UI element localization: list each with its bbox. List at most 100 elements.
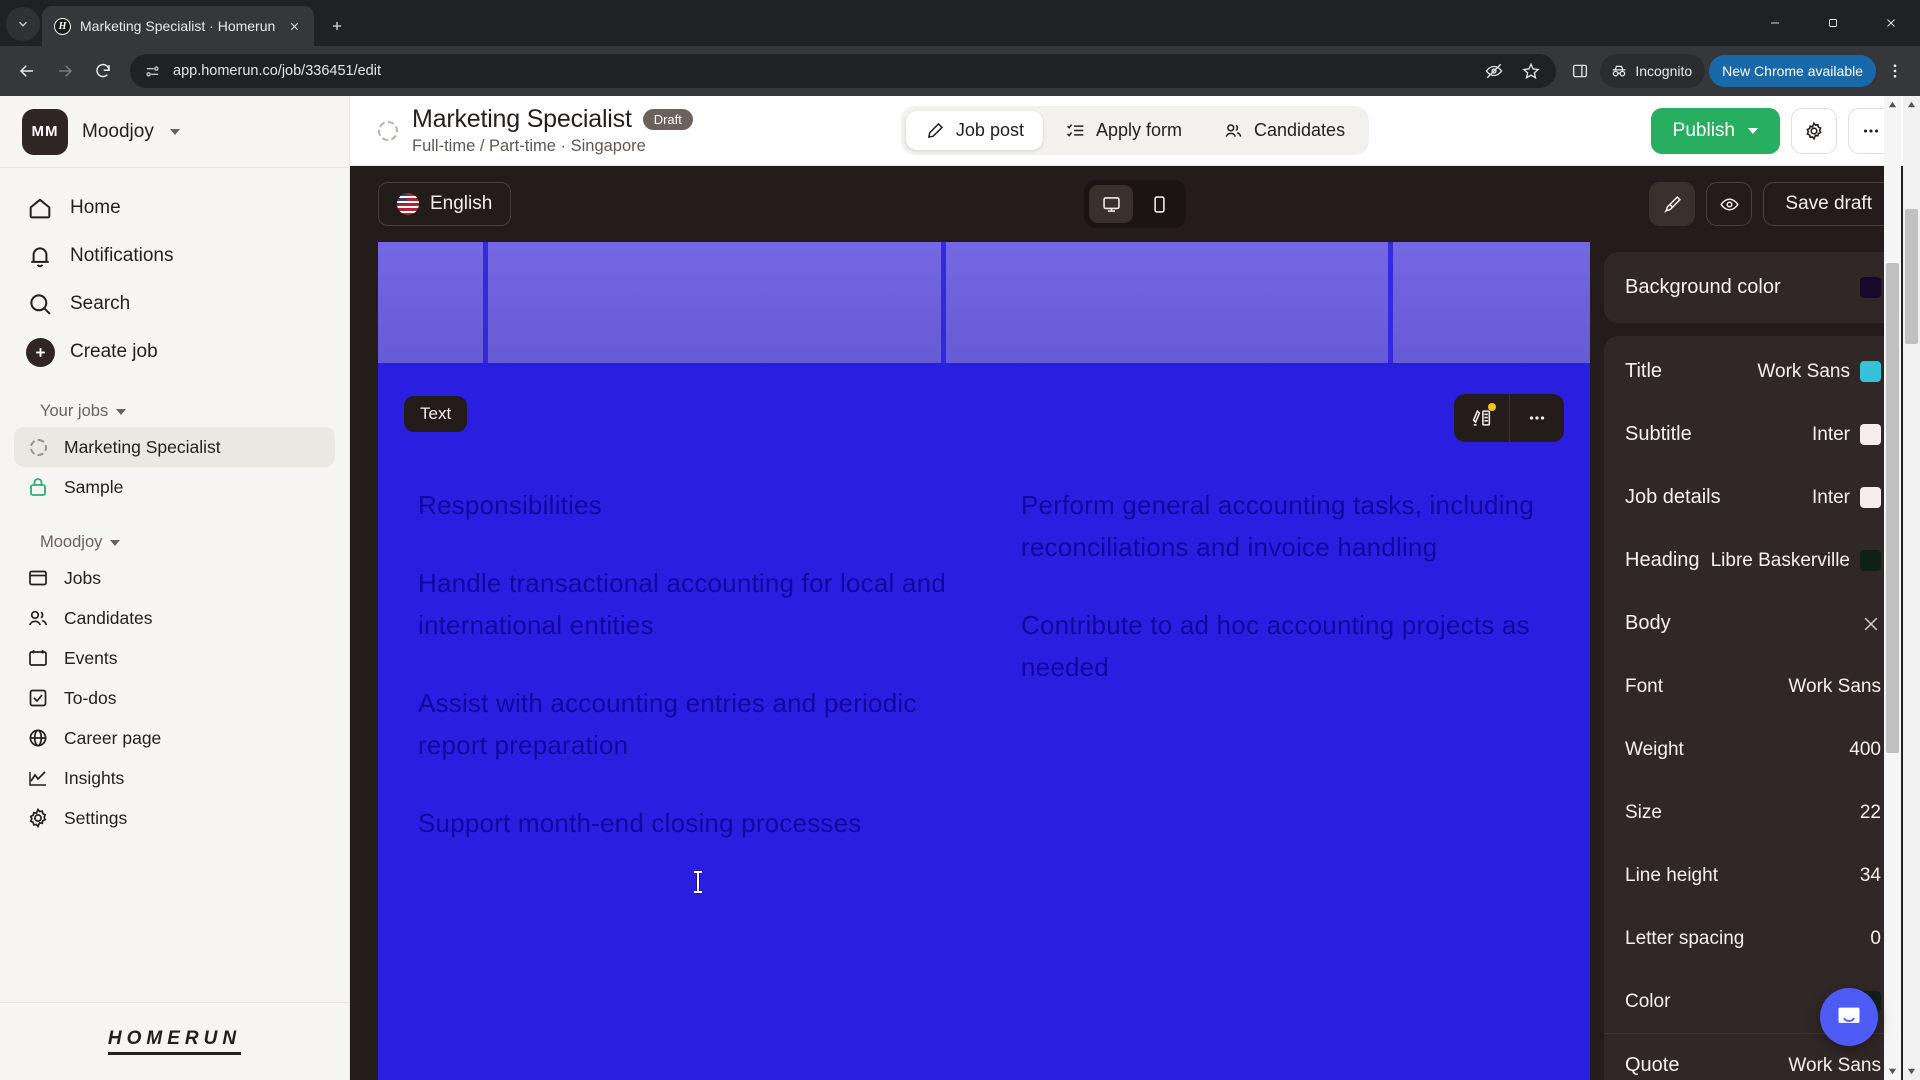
edit-text-button[interactable] <box>1454 394 1509 442</box>
body-row-font[interactable]: Font Work Sans <box>1604 655 1902 718</box>
scroll-down-arrow[interactable] <box>1888 1063 1897 1080</box>
browser-tab-strip: H Marketing Specialist · Homerun <box>0 0 1920 46</box>
scroll-thumb[interactable] <box>1905 209 1918 344</box>
sidebar-item-search[interactable]: Search <box>14 280 335 328</box>
us-flag-icon <box>397 193 419 216</box>
sidebar-item-insights[interactable]: Insights <box>14 758 335 798</box>
sidebar-item-candidates[interactable]: Candidates <box>14 598 335 638</box>
heading-color-swatch[interactable] <box>1860 550 1881 572</box>
scroll-up-arrow[interactable] <box>1907 96 1916 113</box>
block-toolbar <box>1454 394 1564 443</box>
sidebar-item-jobs[interactable]: Jobs <box>14 558 335 598</box>
design-brush-button[interactable] <box>1649 182 1696 227</box>
language-label: English <box>430 193 493 215</box>
sidebar-item-career-page[interactable]: Career page <box>14 718 335 758</box>
paragraph: Assist with accounting entries and perio… <box>418 688 917 761</box>
sidebar-item-label: Events <box>64 647 118 668</box>
body-row-letter-spacing[interactable]: Letter spacing 0 <box>1604 907 1902 970</box>
dashed-circle-icon <box>26 435 50 459</box>
scroll-thumb[interactable] <box>1886 263 1899 753</box>
tab-search-button[interactable] <box>6 7 40 41</box>
close-icon[interactable] <box>1861 614 1881 634</box>
hero-image[interactable] <box>378 242 1590 373</box>
sidebar-item-notifications[interactable]: Notifications <box>14 232 335 280</box>
eye-off-icon[interactable] <box>1478 55 1510 87</box>
save-draft-button[interactable]: Save draft <box>1763 182 1894 227</box>
address-bar[interactable]: app.homerun.co/job/336451/edit <box>130 54 1557 88</box>
settings-button[interactable] <box>1791 107 1837 154</box>
close-icon[interactable] <box>284 16 304 36</box>
job-post-canvas[interactable]: Text Responsibilities Handle transaction… <box>378 242 1590 1080</box>
tab-job-post[interactable]: Job post <box>905 111 1043 151</box>
close-window-icon[interactable] <box>1862 0 1920 46</box>
row-value: Work Sans <box>1788 675 1881 697</box>
back-arrow-icon[interactable] <box>10 54 44 88</box>
sidebar-item-sample[interactable]: Sample <box>14 467 335 507</box>
tab-apply-form[interactable]: Apply form <box>1046 111 1201 150</box>
candidates-icon <box>26 606 50 630</box>
sidebar-item-todos[interactable]: To-dos <box>14 678 335 718</box>
tab-candidates[interactable]: Candidates <box>1204 111 1364 150</box>
row-label: Size <box>1625 801 1662 823</box>
sidebar-item-home[interactable]: Home <box>14 184 335 232</box>
text-column-left[interactable]: Responsibilities Handle transactional ac… <box>418 484 947 844</box>
sidebar-footer: HOMERUN <box>0 1002 349 1080</box>
publish-button[interactable]: Publish <box>1650 107 1780 154</box>
row-value: Inter <box>1811 423 1850 445</box>
sidebar-item-label: Search <box>70 293 131 314</box>
scroll-track[interactable] <box>1903 113 1920 1063</box>
eye-icon <box>1720 198 1739 211</box>
block-more-button[interactable] <box>1509 394 1564 443</box>
typography-row-subtitle[interactable]: Subtitle Inter <box>1604 403 1902 466</box>
intercom-launcher[interactable] <box>1820 988 1878 1046</box>
pencil-icon <box>927 122 944 139</box>
your-jobs-group-header[interactable]: Your jobs <box>26 402 335 421</box>
typography-row-heading[interactable]: Heading Libre Baskerville <box>1604 529 1902 592</box>
scroll-up-arrow[interactable] <box>1888 96 1897 113</box>
scroll-down-arrow[interactable] <box>1907 1063 1916 1080</box>
workspace-group-header[interactable]: Moodjoy <box>26 533 335 552</box>
forward-arrow-icon[interactable] <box>48 54 82 88</box>
notification-dot <box>1488 403 1496 412</box>
incognito-indicator[interactable]: Incognito <box>1600 54 1706 88</box>
star-icon[interactable] <box>1515 55 1547 87</box>
browser-tab[interactable]: H Marketing Specialist · Homerun <box>42 6 315 46</box>
sidebar-item-settings[interactable]: Settings <box>14 798 335 838</box>
background-color-card[interactable]: Background color <box>1604 252 1902 324</box>
sidebar-item-marketing-specialist[interactable]: Marketing Specialist <box>14 427 335 467</box>
background-color-row[interactable]: Background color <box>1604 256 1902 319</box>
reload-icon[interactable] <box>86 54 120 88</box>
sidebar-item-create-job[interactable]: Create job <box>14 328 335 376</box>
typography-row-job-details[interactable]: Job details Inter <box>1604 466 1902 529</box>
background-color-swatch[interactable] <box>1860 277 1881 299</box>
desktop-view-button[interactable] <box>1089 185 1133 224</box>
inner-scrollbar[interactable] <box>1884 96 1901 1080</box>
mobile-view-button[interactable] <box>1137 185 1181 223</box>
body-row-size[interactable]: Size 22 <box>1604 781 1902 844</box>
row-label: Job details <box>1625 486 1721 509</box>
sidebar-item-events[interactable]: Events <box>14 638 335 678</box>
subtitle-color-swatch[interactable] <box>1860 424 1881 446</box>
row-value: Work Sans <box>1757 360 1850 382</box>
chrome-update-button[interactable]: New Chrome available <box>1709 55 1876 87</box>
body-row-weight[interactable]: Weight 400 <box>1604 718 1902 781</box>
minimize-icon[interactable] <box>1746 0 1804 46</box>
paragraph: Support month-end closing processes <box>418 808 862 839</box>
side-panel-icon[interactable] <box>1564 55 1596 87</box>
body-row-line-height[interactable]: Line height 34 <box>1604 844 1902 907</box>
kebab-menu-icon[interactable] <box>1880 54 1910 88</box>
page-scrollbar[interactable] <box>1903 96 1920 1080</box>
scroll-track[interactable] <box>1884 113 1901 1063</box>
text-block[interactable]: Text Responsibilities Handle transaction… <box>378 372 1590 884</box>
page-info-icon[interactable] <box>143 62 162 81</box>
language-selector[interactable]: English <box>378 182 512 227</box>
job-details-color-swatch[interactable] <box>1860 487 1881 509</box>
paragraph: Handle transactional accounting for loca… <box>418 568 946 641</box>
new-tab-button[interactable] <box>322 11 352 41</box>
org-switcher[interactable]: MM Moodjoy <box>0 96 349 168</box>
text-column-right[interactable]: Perform general accounting tasks, includ… <box>1021 484 1550 844</box>
maximize-icon[interactable] <box>1804 0 1862 46</box>
preview-button[interactable] <box>1706 182 1753 227</box>
typography-row-title[interactable]: Title Work Sans <box>1604 340 1902 403</box>
title-color-swatch[interactable] <box>1860 361 1881 383</box>
